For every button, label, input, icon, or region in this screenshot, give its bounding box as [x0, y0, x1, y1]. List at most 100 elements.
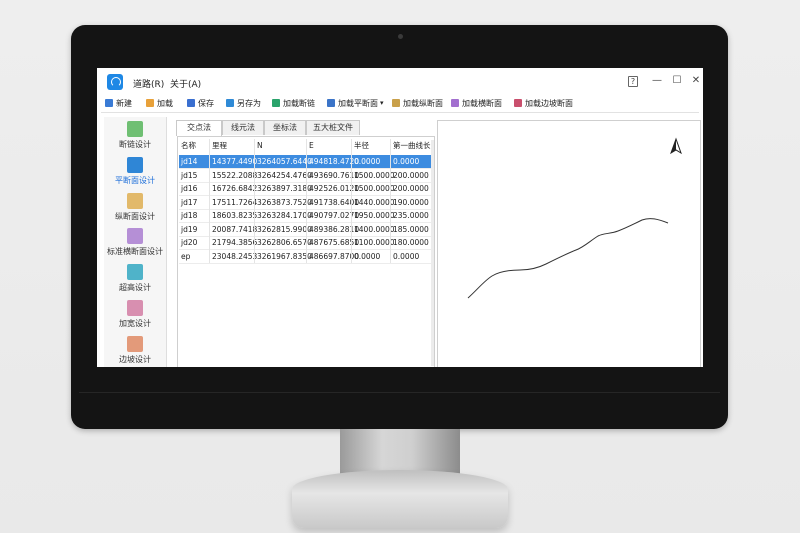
col-header-station[interactable]: 里程 [212, 139, 227, 153]
plan-design-icon [127, 157, 143, 173]
cell-station: 20087.7418 [212, 224, 258, 234]
load-chain-icon [272, 99, 280, 107]
cell-curve-length: 190.0000 [393, 197, 429, 207]
sidebar-item-cross-section[interactable]: 标准横断面设计 [104, 228, 166, 257]
save-as-icon [226, 99, 234, 107]
load-plan-button[interactable]: 加载平断面 ▾ [327, 97, 384, 109]
toolbar-divider [101, 112, 699, 113]
cell-curve-length: 235.0000 [393, 211, 429, 220]
cell-radius: 1440.0000 [354, 197, 395, 207]
save-icon [187, 99, 195, 107]
cell-name: jd18 [181, 211, 198, 220]
cell-n: 3261967.8350 [257, 251, 312, 261]
superelevation-icon [127, 264, 143, 280]
cell-station: 17511.7264 [212, 197, 258, 207]
cell-n: 3262806.6570 [257, 238, 312, 247]
save-button[interactable]: 保存 [187, 97, 214, 109]
column-divider[interactable] [390, 139, 391, 263]
alignment-canvas [467, 137, 682, 299]
save-as-button[interactable]: 另存为 [226, 97, 261, 109]
load-profile-button[interactable]: 加载纵断面 [392, 97, 443, 109]
cross-section-icon [127, 228, 143, 244]
slope-design-icon [127, 336, 143, 352]
load-cross-icon [451, 99, 459, 107]
cell-curve-length: 185.0000 [393, 224, 429, 234]
cell-station: 16726.6842 [212, 184, 258, 193]
webcam [398, 34, 403, 39]
chain-design-icon [127, 121, 143, 137]
cell-radius: 0.0000 [354, 251, 381, 261]
sidebar-item-widening[interactable]: 加宽设计 [104, 300, 166, 329]
cell-name: jd19 [181, 224, 198, 234]
col-header-name[interactable]: 名称 [181, 139, 196, 153]
sidebar-item-slope-design[interactable]: 边坡设计 [104, 336, 166, 365]
load-slope-button[interactable]: 加载边坡断面 [514, 97, 573, 109]
cell-n: 3262815.9900 [257, 224, 312, 234]
cell-n: 3263897.3180 [257, 184, 312, 193]
menu-about[interactable]: 关于(A) [170, 77, 201, 90]
col-header-n[interactable]: N [257, 139, 263, 153]
chevron-down-icon[interactable]: ▾ [380, 99, 384, 107]
load-cross-button[interactable]: 加载横断面 [451, 97, 502, 109]
folder-icon [146, 99, 154, 107]
close-icon[interactable]: ✕ [690, 75, 702, 87]
monitor-chin [79, 392, 720, 393]
column-divider[interactable] [306, 139, 307, 263]
load-button[interactable]: 加载 [146, 97, 173, 109]
route-alignment-line [467, 218, 669, 299]
cell-curve-length: 200.0000 [393, 184, 429, 193]
cell-station: 23048.2453 [212, 251, 258, 261]
col-header-radius[interactable]: 半径 [354, 139, 369, 153]
new-file-icon [105, 99, 113, 107]
table-scrollbar[interactable] [431, 140, 434, 366]
load-slope-icon [514, 99, 522, 107]
help-icon[interactable]: ? [628, 76, 638, 87]
sidebar-item-superelevation[interactable]: 超高设计 [104, 264, 166, 293]
column-divider[interactable] [254, 139, 255, 263]
cell-radius: 1100.0000 [354, 238, 395, 247]
col-header-e[interactable]: E [309, 139, 314, 153]
tab-five-stakes-file[interactable]: 五大桩文件 [306, 120, 360, 135]
cell-name: ep [181, 251, 191, 261]
cell-radius: 0.0000 [354, 157, 381, 166]
toolbar: 新建 加载 保存 另存为 加载断链 加载平断面 ▾ 加载纵断面 加载横断面 加载边… [97, 94, 703, 110]
cell-station: 21794.3856 [212, 238, 258, 247]
cell-radius: 1950.0000 [354, 211, 395, 220]
cell-curve-length: 0.0000 [393, 251, 420, 261]
load-plan-icon [327, 99, 335, 107]
cell-radius: 1500.0000 [354, 184, 395, 193]
alignment-plot [437, 120, 701, 367]
menu-road[interactable]: 道路(R) [133, 77, 164, 90]
cell-radius: 1400.0000 [354, 224, 395, 234]
cell-curve-length: 180.0000 [393, 238, 429, 247]
sidebar: 断链设计 平断面设计 纵断面设计 标准横断面设计 超高设计 加宽设计 边坡设计 [104, 117, 167, 367]
tab-intersection-method[interactable]: 交点法 [176, 120, 222, 136]
tab-coordinate-method[interactable]: 坐标法 [264, 120, 306, 135]
cell-n: 3264057.6440 [257, 157, 312, 166]
column-divider[interactable] [209, 139, 210, 263]
north-arrow-icon [670, 137, 682, 155]
cell-station: 14377.4490 [212, 157, 258, 166]
sidebar-item-chain-design[interactable]: 断链设计 [104, 121, 166, 150]
cell-name: jd14 [181, 157, 198, 166]
cell-name: jd17 [181, 197, 198, 207]
column-divider[interactable] [351, 139, 352, 263]
cell-station: 15522.2088 [212, 170, 258, 180]
new-button[interactable]: 新建 [105, 97, 132, 109]
monitor-stand-base [292, 470, 508, 528]
cell-radius: 1500.0000 [354, 170, 395, 180]
tab-element-method[interactable]: 线元法 [222, 120, 264, 135]
load-profile-icon [392, 99, 400, 107]
sidebar-item-profile-design[interactable]: 纵断面设计 [104, 193, 166, 222]
col-header-curve-length[interactable]: 第一曲线长 [393, 139, 431, 153]
maximize-icon[interactable]: ☐ [671, 75, 683, 87]
cell-name: jd16 [181, 184, 198, 193]
load-chain-button[interactable]: 加载断链 [272, 97, 315, 109]
cell-name: jd20 [181, 238, 198, 247]
sidebar-item-plan-design[interactable]: 平断面设计 [104, 157, 166, 186]
cell-n: 3264254.4760 [257, 170, 312, 180]
minimize-icon[interactable]: — [651, 75, 663, 87]
cell-curve-length: 200.0000 [393, 170, 429, 180]
cell-station: 18603.8235 [212, 211, 258, 220]
intersection-table: 名称 里程 N E 半径 第一曲线长 jd14 14377.4490 3264057… [177, 136, 435, 367]
